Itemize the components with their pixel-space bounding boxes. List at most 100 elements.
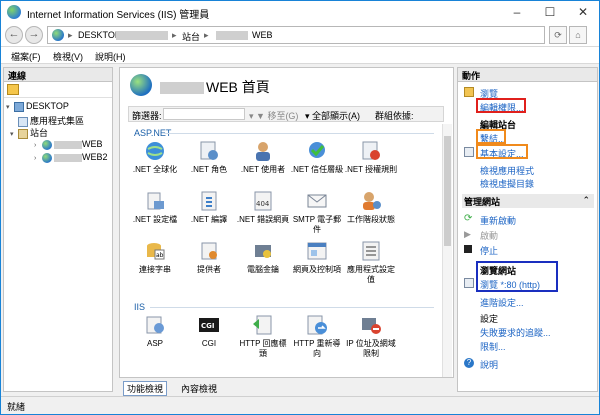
feature-net-globalization[interactable]: .NET 全球化 [128, 140, 182, 175]
server-icon [14, 101, 24, 112]
globe-icon [52, 29, 64, 41]
highlight-orange-box [476, 144, 528, 159]
feature-net-error-pages[interactable]: 404 .NET 錯誤網頁 [236, 190, 290, 225]
feature-smtp-email[interactable]: SMTP 電子郵件 [290, 190, 344, 235]
features-panel: WEB 首頁 篩選器: ▾ ▼ 移至(G) ▾ 全部顯示(A) 群組依據: AS… [119, 67, 454, 378]
address-bar: ← → ▸ DESKTOP ▸ 站台 ▸ WEB ⟳ ⌂ [1, 23, 599, 47]
site-globe-icon [42, 152, 52, 163]
actions-header: 動作 [458, 68, 597, 82]
vertical-scrollbar[interactable] [442, 124, 452, 377]
feature-machine-key[interactable]: 電腦金鑰 [236, 240, 290, 275]
error-pages-icon: 404 [254, 191, 272, 211]
filter-label: 篩選器: [132, 111, 162, 121]
connect-icon[interactable] [7, 84, 19, 95]
highlight-red-box [476, 98, 526, 113]
menu-file[interactable]: 檔案(F) [11, 50, 41, 63]
feature-net-compilation[interactable]: .NET 編譯 [182, 190, 236, 225]
tab-content-view[interactable]: 內容檢視 [181, 382, 217, 395]
feature-http-response-headers[interactable]: HTTP 回應標頭 [236, 314, 290, 359]
limits-link[interactable]: 限制... [480, 340, 506, 353]
asp-icon [146, 316, 164, 334]
feature-ip-domain-restrictions[interactable]: IP 位址及網域限制 [344, 314, 398, 359]
go-button[interactable]: ▾ ▼ 移至(G) [249, 109, 298, 122]
view-virtual-directories-link[interactable]: 檢視虛擬目錄 [480, 177, 534, 190]
connections-toolbar [4, 82, 112, 98]
breadcrumb-site[interactable]: WEB [252, 30, 273, 40]
failed-request-tracing-link[interactable]: 失敗要求的追蹤... [480, 326, 551, 339]
actions-panel: 動作 瀏覽 編輯權限... 編輯站台 繫結... 基本設定... 檢視應用程式 … [457, 67, 598, 392]
menu-view[interactable]: 檢視(V) [53, 50, 83, 63]
feature-net-trust-levels[interactable]: .NET 信任層級 [290, 140, 344, 175]
collapse-icon: ⌃ [582, 195, 590, 205]
tree-site-web[interactable]: › WEB [34, 139, 103, 150]
group-by-label[interactable]: 群組依據: [375, 109, 414, 122]
group-iis-label: IIS [134, 302, 146, 312]
back-button[interactable]: ← [5, 26, 23, 44]
close-button[interactable]: ✕ [567, 1, 599, 23]
session-state-icon [363, 192, 381, 210]
svg-text:ab: ab [156, 252, 164, 259]
explore-icon [464, 87, 474, 97]
site-globe-icon [130, 74, 152, 96]
feature-http-redirect[interactable]: HTTP 重新導向 [290, 314, 344, 359]
cgi-icon: CGI [199, 318, 219, 332]
minimize-button[interactable]: – [501, 1, 533, 23]
filter-bar: 篩選器: ▾ ▼ 移至(G) ▾ 全部顯示(A) 群組依據: [128, 106, 444, 122]
restart-icon: ⟳ [464, 213, 473, 224]
feature-net-roles[interactable]: .NET 角色 [182, 140, 236, 175]
feature-session-state[interactable]: 工作階段狀態 [344, 190, 398, 225]
address-path[interactable]: ▸ DESKTOP ▸ 站台 ▸ WEB [47, 26, 545, 44]
redacted-server-name [116, 31, 168, 40]
feature-pages-and-controls[interactable]: 網頁及控制項 [290, 240, 344, 275]
scrollbar-thumb[interactable] [444, 136, 451, 246]
feature-app-settings[interactable]: 應用程式設定值 [344, 240, 398, 285]
redacted-site-prefix [216, 31, 248, 40]
breadcrumb-server[interactable]: DESKTOP [78, 30, 121, 40]
app-settings-icon [362, 241, 380, 261]
advanced-settings-link[interactable]: 進階設定... [480, 296, 524, 309]
highlight-orange-box [476, 129, 506, 144]
stop-link[interactable]: 停止 [480, 244, 498, 257]
feature-connection-strings[interactable]: ab 連接字串 [128, 240, 182, 275]
help-link[interactable]: 說明 [480, 358, 498, 371]
restart-link[interactable]: 重新啟動 [480, 214, 516, 227]
breadcrumb-sites[interactable]: 站台 [182, 30, 200, 43]
view-applications-link[interactable]: 檢視應用程式 [480, 164, 534, 177]
feature-net-profile[interactable]: .NET 設定檔 [128, 190, 182, 225]
filter-input[interactable] [163, 108, 245, 120]
feature-providers[interactable]: 提供者 [182, 240, 236, 275]
crumb-separator: ▸ [172, 30, 177, 40]
config-section: 設定 [480, 314, 499, 324]
browse-icon [464, 278, 474, 288]
tree-server[interactable]: ▾ DESKTOP [6, 101, 69, 112]
tab-features-view[interactable]: 功能檢視 [123, 381, 168, 396]
group-divider [164, 133, 434, 134]
feature-net-authorization-rules[interactable]: .NET 授權規則 [344, 140, 398, 175]
tree-site-web2[interactable]: › WEB2 [34, 152, 108, 163]
tree-sites[interactable]: ▾ 站台 [10, 126, 48, 139]
menu-help[interactable]: 說明(H) [95, 50, 126, 63]
redacted-site-name [160, 82, 204, 95]
maximize-button[interactable]: ☐ [534, 1, 566, 23]
start-link[interactable]: 啟動 [480, 229, 498, 242]
status-text: 就緒 [7, 402, 26, 412]
compilation-icon [201, 191, 217, 211]
view-tabs: 功能檢視 內容檢視 [119, 380, 454, 396]
globalization-icon [146, 142, 164, 160]
crumb-separator: ▸ [204, 30, 209, 40]
refresh-icon[interactable]: ⟳ [549, 26, 567, 44]
connections-header: 連線 [4, 68, 112, 82]
profile-icon [147, 192, 164, 210]
connections-panel: 連線 ▾ DESKTOP 應用程式集區 ▾ 站台 › WEB › WEB2 [3, 67, 113, 392]
providers-icon [201, 242, 217, 260]
menu-bar: 檔案(F) 檢視(V) 說明(H) [1, 47, 599, 64]
forward-button[interactable]: → [25, 26, 43, 44]
connection-strings-icon: ab [147, 243, 165, 260]
feature-asp[interactable]: ASP [128, 314, 182, 349]
home-icon[interactable]: ⌂ [569, 26, 587, 44]
crumb-separator: ▸ [68, 30, 73, 40]
show-all-button[interactable]: ▾ 全部顯示(A) [305, 109, 360, 122]
roles-icon [200, 141, 218, 160]
feature-cgi[interactable]: CGI CGI [182, 314, 236, 349]
feature-net-users[interactable]: .NET 使用者 [236, 140, 290, 175]
